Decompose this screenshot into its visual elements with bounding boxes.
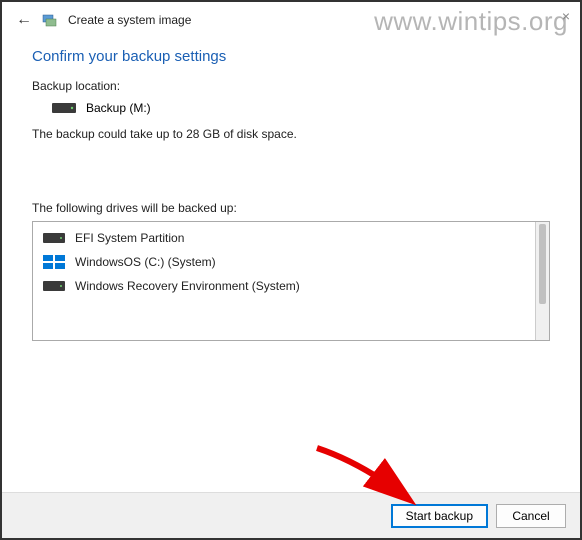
drives-list-label: The following drives will be backed up: (32, 201, 550, 215)
disk-space-text: The backup could take up to 28 GB of dis… (32, 127, 550, 141)
scrollbar[interactable] (535, 222, 549, 340)
hard-drive-icon (43, 279, 65, 293)
dialog-footer: Start backup Cancel (2, 492, 580, 538)
drives-listbox: EFI System Partition WindowsOS (C:) (Sys… (32, 221, 550, 341)
back-arrow-icon[interactable]: ← (16, 12, 32, 28)
backup-location-value: Backup (M:) (86, 101, 151, 115)
titlebar: ← Create a system image (2, 2, 580, 34)
start-backup-button[interactable]: Start backup (391, 504, 488, 528)
close-icon[interactable]: × (562, 8, 570, 24)
list-item[interactable]: EFI System Partition (33, 226, 535, 250)
drive-name: Windows Recovery Environment (System) (75, 279, 300, 293)
scrollbar-thumb[interactable] (539, 224, 546, 304)
windows-drive-icon (43, 255, 65, 269)
system-image-icon (42, 12, 58, 28)
list-item[interactable]: WindowsOS (C:) (System) (33, 250, 535, 274)
backup-location-label: Backup location: (32, 79, 550, 93)
page-heading: Confirm your backup settings (32, 48, 550, 65)
hard-drive-icon (43, 231, 65, 245)
cancel-button[interactable]: Cancel (496, 504, 566, 528)
backup-location-row: Backup (M:) (32, 101, 550, 115)
hard-drive-icon (52, 101, 76, 115)
content-area: Confirm your backup settings Backup loca… (2, 34, 580, 341)
drives-list: EFI System Partition WindowsOS (C:) (Sys… (33, 222, 535, 340)
window-title: Create a system image (68, 13, 191, 27)
list-item[interactable]: Windows Recovery Environment (System) (33, 274, 535, 298)
drive-name: WindowsOS (C:) (System) (75, 255, 216, 269)
drive-name: EFI System Partition (75, 231, 184, 245)
